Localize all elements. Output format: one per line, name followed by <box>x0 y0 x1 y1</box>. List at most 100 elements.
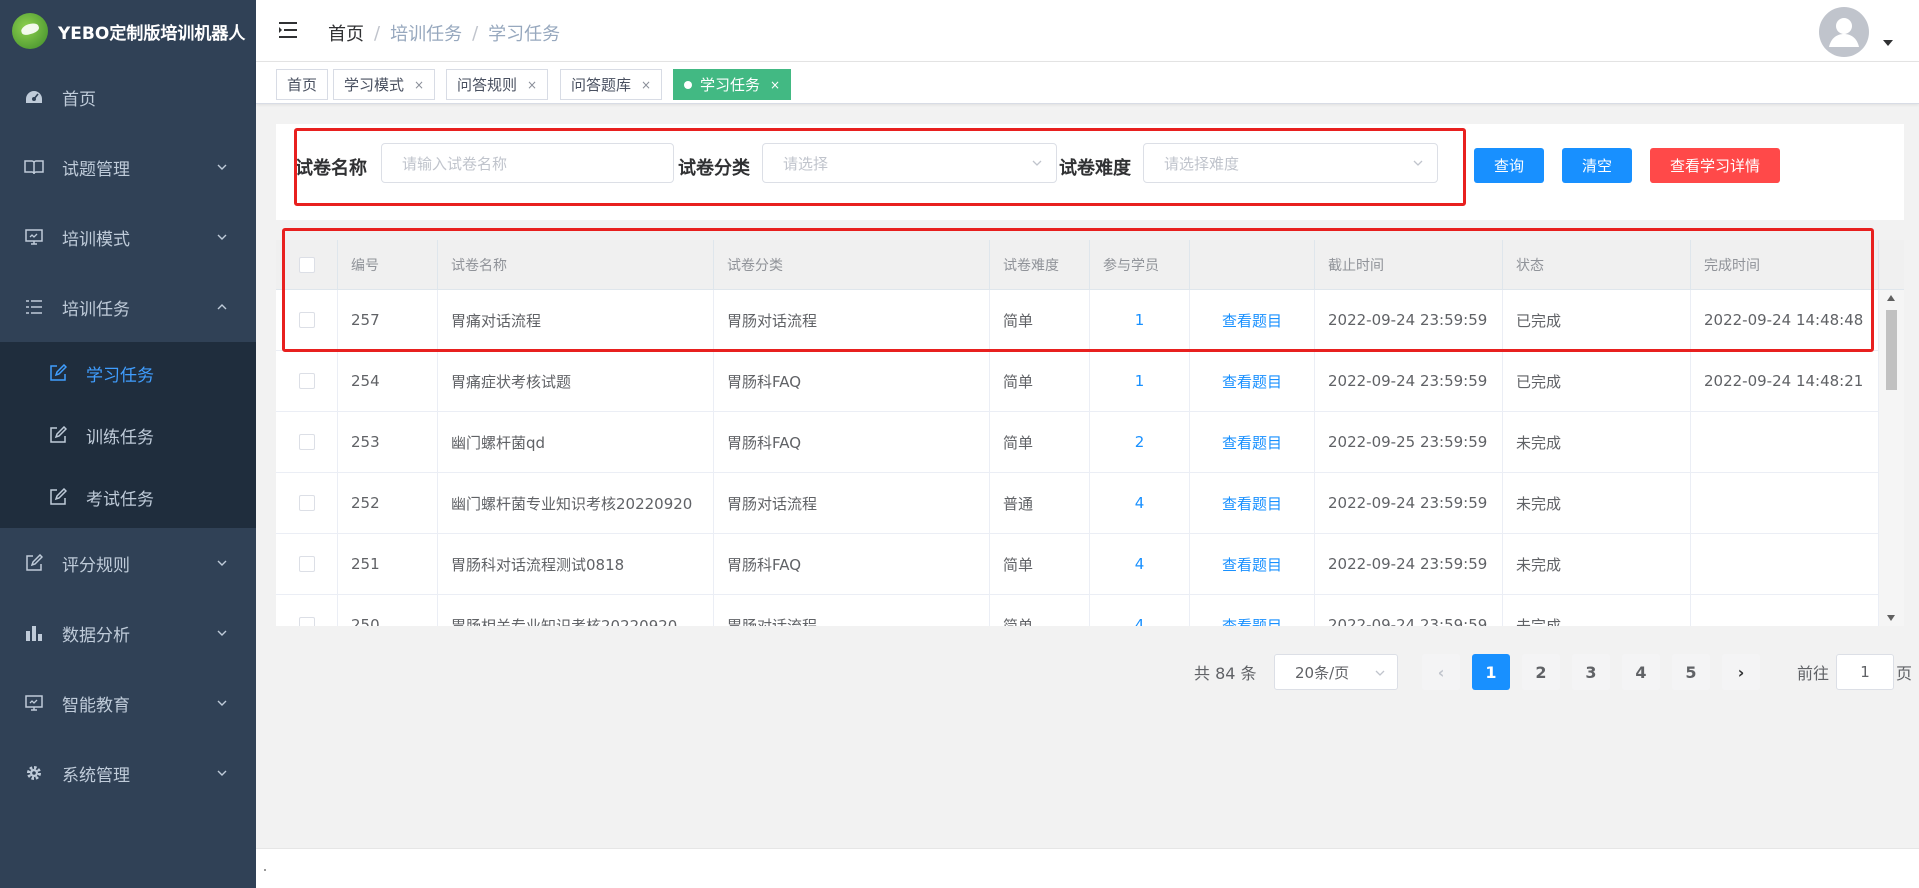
book-icon <box>24 157 44 177</box>
view-questions-link[interactable]: 查看题目 <box>1190 351 1315 411</box>
cell-students-link[interactable]: 4 <box>1090 473 1190 533</box>
avatar[interactable] <box>1819 7 1869 57</box>
tag-learning-tasks[interactable]: 学习任务 × <box>673 69 792 100</box>
row-checkbox[interactable] <box>276 595 338 626</box>
table-row[interactable]: 253 幽门螺杆菌qd 胃肠科FAQ 简单 2 查看题目 2022-09-25 23:59:… <box>276 412 1879 473</box>
cell-students-link[interactable]: 4 <box>1090 595 1190 626</box>
close-icon[interactable]: × <box>770 78 780 92</box>
gear-icon <box>24 763 44 783</box>
table-row[interactable]: 252 幽门螺杆菌专业知识考核20220920 胃肠对话流程 普通 4 查看题目 2022-… <box>276 473 1879 534</box>
close-icon[interactable]: × <box>527 78 537 92</box>
sidebar-item-learning-tasks[interactable]: 学习任务 <box>0 342 256 404</box>
row-checkbox[interactable] <box>276 473 338 533</box>
page-5-button[interactable]: 5 <box>1672 654 1710 690</box>
cell-id: 252 <box>338 473 438 533</box>
training-tasks-submenu: 学习任务 训练任务 考试任务 <box>0 342 256 528</box>
goto-page-input[interactable]: 1 <box>1836 654 1894 690</box>
cell-finished-time <box>1691 412 1879 472</box>
cell-difficulty: 简单 <box>990 351 1090 411</box>
cell-finished-time <box>1691 534 1879 594</box>
page-4-button[interactable]: 4 <box>1622 654 1660 690</box>
close-icon[interactable]: × <box>641 78 651 92</box>
scroll-up-icon[interactable] <box>1887 295 1895 301</box>
view-questions-link[interactable]: 查看题目 <box>1190 534 1315 594</box>
dashboard-icon <box>24 87 44 107</box>
query-button[interactable]: 查询 <box>1474 148 1544 183</box>
sidebar-item-practice-tasks[interactable]: 训练任务 <box>0 404 256 466</box>
row-checkbox[interactable] <box>276 351 338 411</box>
app-logo[interactable]: YEBO定制版培训机器人 <box>0 0 256 62</box>
cell-students-link[interactable]: 4 <box>1090 534 1190 594</box>
prev-page-button[interactable]: ‹ <box>1422 654 1460 690</box>
tag-qa-bank[interactable]: 问答题库 × <box>560 69 663 100</box>
sidebar-item-training-mode[interactable]: 培训模式 <box>0 202 256 272</box>
tag-learning-mode[interactable]: 学习模式 × <box>333 69 436 100</box>
cell-name: 胃肠相关专业知识考核20220920 <box>438 595 714 626</box>
edit-icon <box>24 553 44 573</box>
page-size-select[interactable]: 20条/页 <box>1274 654 1398 690</box>
cell-deadline: 2022-09-25 23:59:59 <box>1315 412 1503 472</box>
sidebar-item-system-management[interactable]: 系统管理 <box>0 738 256 808</box>
sidebar-item-home[interactable]: 首页 <box>0 62 256 132</box>
sidebar-item-training-tasks[interactable]: 培训任务 <box>0 272 256 342</box>
caret-down-icon[interactable] <box>1883 40 1893 46</box>
cell-students-link[interactable]: 1 <box>1090 351 1190 411</box>
table-scrollbar[interactable] <box>1879 290 1904 626</box>
cell-name: 胃肠科对话流程测试0818 <box>438 534 714 594</box>
scrollbar-thumb[interactable] <box>1886 310 1897 390</box>
cell-finished-time <box>1691 595 1879 626</box>
cell-students-link[interactable]: 2 <box>1090 412 1190 472</box>
view-questions-link[interactable]: 查看题目 <box>1190 595 1315 626</box>
page-2-button[interactable]: 2 <box>1522 654 1560 690</box>
top-navbar: 首页 / 培训任务 / 学习任务 <box>256 0 1919 62</box>
sidebar-item-question-management[interactable]: 试题管理 <box>0 132 256 202</box>
chevron-down-icon <box>1375 670 1385 676</box>
table-row[interactable]: 250 胃肠相关专业知识考核20220920 胃肠对话流程 简单 4 查看题目 2022-0… <box>276 595 1879 626</box>
user-icon <box>1829 18 1859 47</box>
cell-difficulty: 普通 <box>990 473 1090 533</box>
next-page-button[interactable]: › <box>1722 654 1760 690</box>
view-questions-link[interactable]: 查看题目 <box>1190 412 1315 472</box>
page-3-button[interactable]: 3 <box>1572 654 1610 690</box>
tag-qa-rules[interactable]: 问答规则 × <box>446 69 549 100</box>
clear-button[interactable]: 清空 <box>1562 148 1632 183</box>
view-learning-details-button[interactable]: 查看学习详情 <box>1650 148 1780 183</box>
screen-icon <box>24 693 44 713</box>
hamburger-icon[interactable] <box>278 20 298 40</box>
table-row[interactable]: 254 胃痛症状考核试题 胃肠科FAQ 简单 1 查看题目 2022-09-24 23:59… <box>276 351 1879 412</box>
cell-deadline: 2022-09-24 23:59:59 <box>1315 534 1503 594</box>
row-checkbox[interactable] <box>276 412 338 472</box>
cell-difficulty: 简单 <box>990 534 1090 594</box>
chevron-down-icon <box>217 630 227 636</box>
breadcrumb-home[interactable]: 首页 <box>328 20 364 46</box>
list-icon <box>24 297 44 317</box>
cell-id: 254 <box>338 351 438 411</box>
view-questions-link[interactable]: 查看题目 <box>1190 473 1315 533</box>
goto-label: 前往 <box>1797 664 1830 683</box>
table-row[interactable]: 251 胃肠科对话流程测试0818 胃肠科FAQ 简单 4 查看题目 2022-09-24 … <box>276 534 1879 595</box>
sidebar-item-data-analysis[interactable]: 数据分析 <box>0 598 256 668</box>
edit-icon <box>48 425 68 445</box>
row-checkbox[interactable] <box>276 534 338 594</box>
sidebar-item-label: 数据分析 <box>62 625 130 646</box>
highlight-box-first-row <box>282 228 1874 352</box>
chevron-down-icon <box>217 560 227 566</box>
sidebar-item-scoring-rules[interactable]: 评分规则 <box>0 528 256 598</box>
tag-home[interactable]: 首页 <box>276 69 329 100</box>
scroll-down-icon[interactable] <box>1887 615 1895 621</box>
cell-deadline: 2022-09-24 23:59:59 <box>1315 595 1503 626</box>
sidebar-item-smart-education[interactable]: 智能教育 <box>0 668 256 738</box>
sidebar-item-label: 训练任务 <box>86 427 154 448</box>
page-1-button[interactable]: 1 <box>1472 654 1510 690</box>
cell-id: 251 <box>338 534 438 594</box>
cell-id: 253 <box>338 412 438 472</box>
cell-status: 未完成 <box>1503 473 1691 533</box>
highlight-box-filters <box>294 128 1466 206</box>
monitor-icon <box>24 227 44 247</box>
logo-icon <box>12 13 48 49</box>
sidebar-item-label: 培训模式 <box>62 229 130 250</box>
close-icon[interactable]: × <box>414 78 424 92</box>
cell-status: 未完成 <box>1503 412 1691 472</box>
cell-finished-time: 2022-09-24 14:48:21 <box>1691 351 1879 411</box>
sidebar-item-exam-tasks[interactable]: 考试任务 <box>0 466 256 528</box>
